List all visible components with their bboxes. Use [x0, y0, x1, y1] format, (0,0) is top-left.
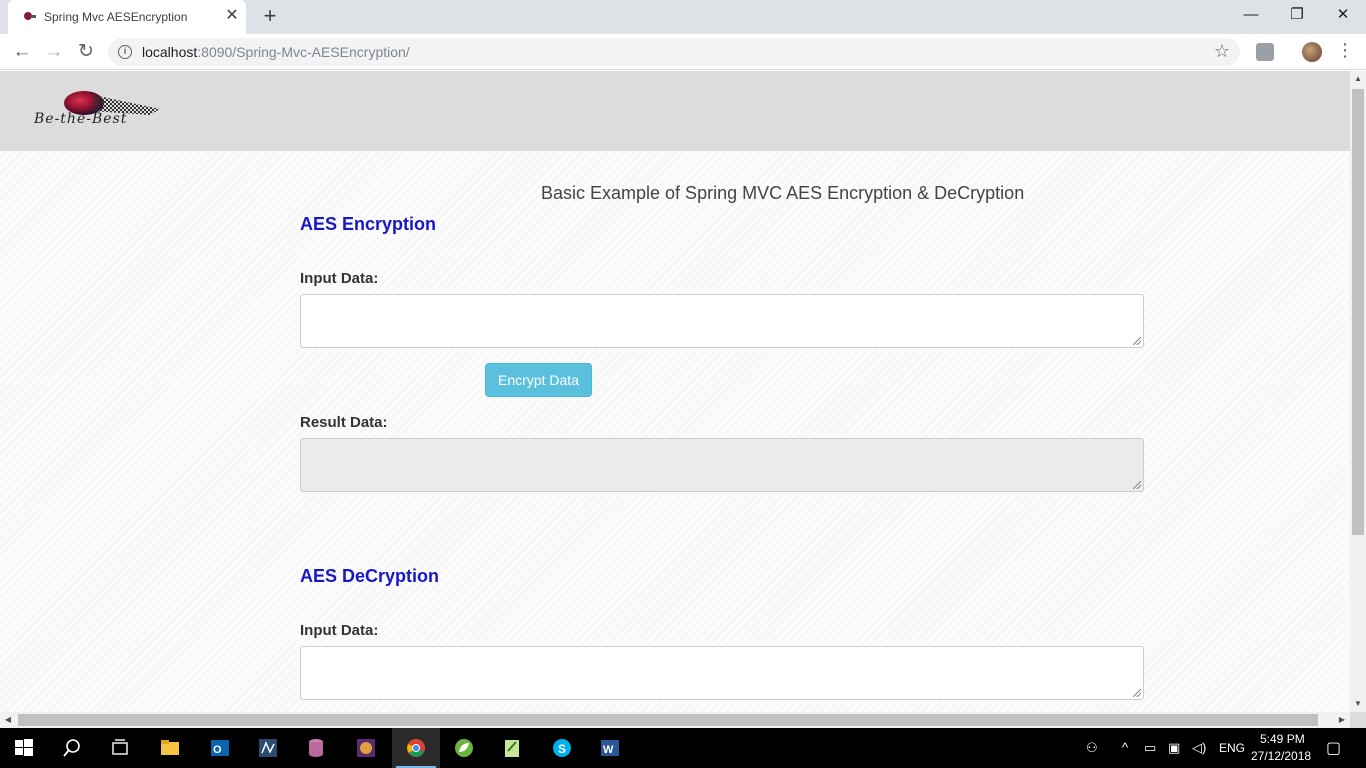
show-hidden-icons-icon[interactable]: ^: [1122, 740, 1128, 755]
database-icon: [309, 739, 323, 757]
site-favicon-icon: [24, 12, 36, 20]
svg-text:O: O: [213, 744, 222, 756]
scroll-corner: [1350, 712, 1366, 728]
taskbar-database-tool[interactable]: [292, 728, 340, 768]
minimize-icon[interactable]: —: [1228, 0, 1274, 30]
reload-icon[interactable]: ↻: [74, 40, 98, 64]
resize-grip-icon[interactable]: [1133, 337, 1141, 345]
site-info-icon[interactable]: i: [118, 45, 132, 59]
bookmark-star-icon[interactable]: ☆: [1214, 41, 1230, 62]
input-language[interactable]: ENG: [1219, 741, 1245, 755]
windows-taskbar: O S W ⚇ ^ ▭ ▣ ◁) ENG 5:49 PM 27/12/2018 …: [0, 728, 1366, 768]
volume-icon[interactable]: ◁): [1192, 740, 1206, 756]
logo-text: Be-the-Best: [34, 111, 128, 127]
search-button[interactable]: [48, 728, 96, 768]
taskbar-outlook[interactable]: O: [196, 728, 244, 768]
clock-time[interactable]: 5:49 PM: [1260, 732, 1305, 746]
encryption-section-title: AES Encryption: [300, 214, 437, 234]
skype-icon: S: [553, 739, 571, 757]
clock-date[interactable]: 27/12/2018: [1251, 749, 1311, 763]
notifications-icon[interactable]: ▢: [1326, 738, 1341, 758]
search-icon: [63, 739, 80, 757]
svg-text:W: W: [603, 744, 614, 756]
chrome-icon: [407, 739, 425, 757]
url-text: localhost:8090/Spring-Mvc-AESEncryption/: [142, 44, 410, 60]
browser-tab-strip: Spring Mvc AESEncryption ✕ + — ❐ ✕: [0, 0, 1366, 34]
profile-avatar[interactable]: [1302, 42, 1322, 62]
folder-icon: [161, 740, 179, 755]
encrypt-result-field[interactable]: [300, 438, 1144, 492]
extension-icon[interactable]: [1256, 43, 1274, 61]
scroll-left-icon[interactable]: ◀: [0, 712, 16, 728]
taskbar-skype[interactable]: S: [538, 728, 586, 768]
notepad-plus-plus-icon: [505, 740, 519, 757]
horizontal-scrollbar[interactable]: ◀ ▶: [0, 712, 1350, 728]
decrypt-input-label: Input Data:: [300, 622, 379, 639]
task-view-icon: [112, 739, 128, 755]
taskbar-file-explorer[interactable]: [146, 728, 194, 768]
windows-logo-icon: [15, 739, 33, 756]
close-window-icon[interactable]: ✕: [1320, 0, 1366, 30]
chrome-menu-icon[interactable]: ⋮: [1336, 40, 1354, 61]
decrypt-input-field[interactable]: [300, 646, 1144, 700]
taskbar-word[interactable]: W: [586, 728, 634, 768]
restore-icon[interactable]: ❐: [1274, 0, 1320, 30]
windows-start-button[interactable]: [0, 728, 48, 768]
network-icon[interactable]: ▣: [1168, 740, 1180, 756]
taskbar-game-app[interactable]: [342, 728, 390, 768]
outlook-icon: O: [211, 740, 229, 756]
resize-grip-icon[interactable]: [1133, 689, 1141, 697]
vertical-scrollbar[interactable]: ▲ ▼: [1350, 71, 1366, 712]
scroll-up-icon[interactable]: ▲: [1350, 71, 1366, 87]
task-view-button[interactable]: [96, 728, 144, 768]
word-icon: W: [601, 740, 619, 756]
scroll-down-icon[interactable]: ▼: [1350, 696, 1366, 712]
encrypt-data-button[interactable]: Encrypt Data: [485, 363, 592, 397]
tab-close-icon[interactable]: ✕: [224, 6, 240, 26]
forward-icon[interactable]: →: [42, 40, 66, 64]
taskbar-chrome[interactable]: [392, 728, 440, 768]
browser-toolbar: ← → ↻ i localhost:8090/Spring-Mvc-AESEnc…: [0, 34, 1366, 70]
svg-text:S: S: [558, 742, 566, 756]
mysql-workbench-icon: [259, 739, 277, 757]
page-viewport: Be-the-Best Basic Example of Spring MVC …: [0, 71, 1350, 712]
taskbar-notepad-plus-plus[interactable]: [488, 728, 536, 768]
encrypt-input-field[interactable]: [300, 294, 1144, 348]
horizontal-scroll-thumb[interactable]: [18, 714, 1318, 726]
new-tab-button[interactable]: +: [258, 5, 282, 29]
taskbar-mysql-workbench[interactable]: [244, 728, 292, 768]
vertical-scroll-thumb[interactable]: [1352, 89, 1364, 535]
encrypt-result-label: Result Data:: [300, 414, 388, 431]
address-bar[interactable]: i localhost:8090/Spring-Mvc-AESEncryptio…: [108, 38, 1240, 66]
page-heading: Basic Example of Spring MVC AES Encrypti…: [541, 183, 1025, 203]
tab-title: Spring Mvc AESEncryption: [44, 10, 188, 24]
game-icon: [357, 739, 375, 757]
resize-grip-icon[interactable]: [1133, 481, 1141, 489]
taskbar-spring-tool-suite[interactable]: [440, 728, 488, 768]
scroll-right-icon[interactable]: ▶: [1334, 712, 1350, 728]
spring-leaf-icon: [455, 739, 473, 757]
site-header: Be-the-Best: [0, 71, 1350, 151]
encrypt-input-label: Input Data:: [300, 270, 379, 287]
decryption-section-title: AES DeCryption: [300, 566, 440, 586]
battery-icon[interactable]: ▭: [1144, 740, 1156, 756]
back-icon[interactable]: ←: [10, 40, 34, 64]
people-icon[interactable]: ⚇: [1086, 740, 1098, 756]
browser-tab[interactable]: Spring Mvc AESEncryption ✕: [8, 0, 246, 34]
